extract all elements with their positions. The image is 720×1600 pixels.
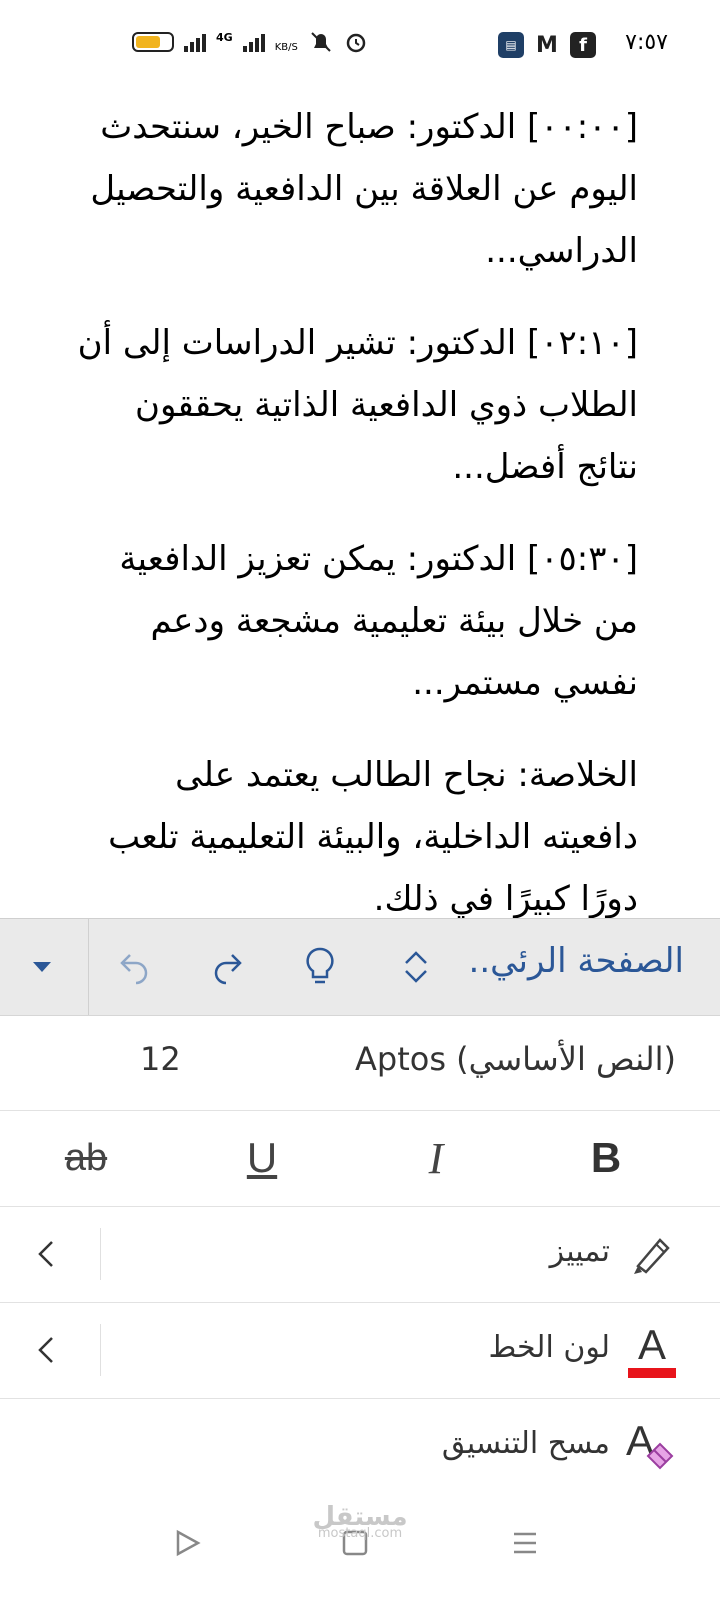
highlighter-icon (624, 1226, 680, 1282)
row-separator (100, 1324, 101, 1376)
system-navigation-bar: مستقل mostaql.com (0, 1492, 720, 1600)
watermark-domain: mostaql.com (317, 1526, 403, 1541)
font-size-dropdown[interactable]: 12 (140, 1040, 181, 1078)
tab-switch-chevron-icon[interactable] (392, 943, 440, 991)
eraser-icon (646, 1442, 674, 1470)
font-color-row[interactable]: A لون الخط (0, 1302, 720, 1399)
lightbulb-icon[interactable] (296, 943, 344, 991)
bold-button[interactable]: B (576, 1128, 636, 1188)
font-color-icon: A (624, 1322, 680, 1378)
ribbon-tab-selector[interactable]: الصفحة الرئي.. (469, 941, 684, 981)
italic-button[interactable]: I (406, 1128, 466, 1188)
watermark-logo: مستقل mostaql.com (310, 1502, 410, 1541)
row-separator (100, 1228, 101, 1280)
strikethrough-button[interactable]: ab (56, 1128, 116, 1188)
ribbon-toolbar: الصفحة الرئي.. (0, 918, 720, 1016)
speed-unit-label: KB/S (274, 41, 298, 53)
font-color-swatch (628, 1368, 676, 1378)
signal-icon (184, 32, 206, 52)
clear-formatting-label: مسح التنسيق (441, 1426, 610, 1461)
font-selector-row[interactable]: (النص الأساسي) Aptos 12 (0, 1014, 720, 1111)
chevron-left-icon[interactable] (32, 1236, 62, 1272)
undo-icon[interactable] (110, 943, 158, 991)
paragraph[interactable]: [٠٢:١٠] الدكتور: تشير الدراسات إلى أن ال… (70, 312, 638, 498)
ribbon-divider (88, 919, 89, 1015)
chevron-left-icon[interactable] (32, 1332, 62, 1368)
status-bar: 4G KB/S ▤ M f ٧:٥٧ (0, 0, 720, 90)
collapse-ribbon-icon[interactable] (18, 943, 66, 991)
signal-2-icon (242, 32, 265, 52)
text-style-row: B I U ab (0, 1110, 720, 1207)
status-indicators: 4G KB/S (132, 30, 368, 54)
gmail-icon: M (536, 32, 558, 58)
recents-menu-icon[interactable] (500, 1518, 550, 1568)
app-notification-icon: ▤ (498, 32, 524, 58)
battery-icon (132, 32, 174, 52)
paragraph[interactable]: الخلاصة: نجاح الطالب يعتمد على دافعيته ا… (70, 744, 638, 920)
underline-button[interactable]: U (232, 1128, 292, 1188)
paragraph[interactable]: [٠٠:٠٠] الدكتور: صباح الخير، سنتحدث اليو… (70, 96, 638, 282)
redo-icon[interactable] (204, 943, 252, 991)
clock: ٧:٥٧ (625, 30, 668, 55)
document-body[interactable]: [٠٠:٠٠] الدكتور: صباح الخير، سنتحدث اليو… (70, 96, 638, 920)
alarm-icon (346, 33, 366, 53)
network-type-label: 4G (216, 30, 233, 44)
font-color-letter: A (637, 1321, 666, 1368)
back-triangle-icon[interactable] (162, 1518, 212, 1568)
highlight-label: تمييز (549, 1234, 610, 1269)
font-name-dropdown[interactable]: (النص الأساسي) Aptos (355, 1040, 676, 1078)
paragraph[interactable]: [٠٥:٣٠] الدكتور: يمكن تعزيز الدافعية من … (70, 528, 638, 714)
font-color-label: لون الخط (488, 1330, 610, 1365)
clear-formatting-row[interactable]: A مسح التنسيق (0, 1398, 720, 1494)
facebook-icon: f (570, 32, 596, 58)
mute-icon (311, 32, 331, 52)
highlight-row[interactable]: تمييز (0, 1206, 720, 1303)
clear-formatting-icon: A (624, 1418, 680, 1474)
